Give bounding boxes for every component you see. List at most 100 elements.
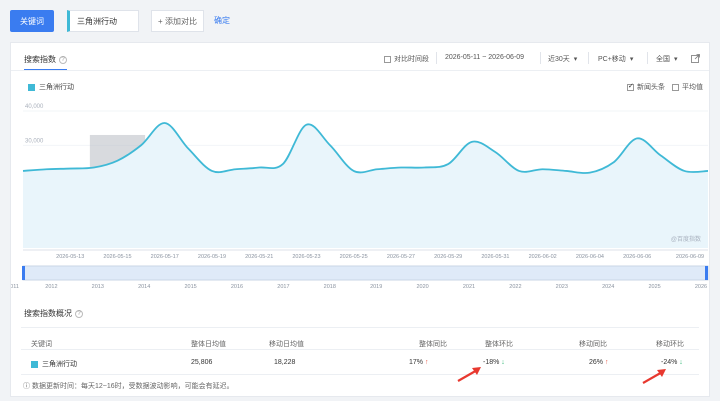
x-tick-label: 2026-05-19 [198, 254, 226, 260]
table-row-keyword: 三角洲行动 [31, 359, 77, 369]
search-index-card: 搜索指数? 对比时间段 2026-05-11 ~ 2026-06-09 近30天… [10, 42, 710, 397]
x-axis: 2026-05-13 2026-05-15 2026-05-17 2026-05-19… [23, 249, 708, 260]
search-index-chart[interactable]: 40,00030,00020,00010,000 2026-05-132026-… [11, 101, 711, 306]
arrow-up-icon: ↑ [604, 359, 609, 366]
chevron-down-icon: ▾ [674, 56, 678, 63]
overview-year-label: 2025 [648, 284, 660, 290]
news-toggle[interactable]: 新闻头条 [627, 82, 665, 92]
mobile-mom-value: -24% [661, 359, 678, 366]
overview-year-label: 2013 [92, 284, 104, 290]
period-select[interactable]: 近30天 ▾ [548, 54, 577, 64]
average-toggle[interactable]: 平均值 [672, 82, 703, 92]
info-icon[interactable]: ? [59, 55, 67, 64]
date-range-picker[interactable]: 2026-05-11 ~ 2026-06-09 [445, 54, 524, 61]
arrow-up-icon: ↑ [424, 359, 429, 366]
x-tick-label: 2026-06-06 [623, 254, 651, 260]
news-label: 新闻头条 [637, 84, 665, 91]
x-tick-label: 2026-05-13 [56, 254, 84, 260]
legend-label: 三角洲行动 [39, 84, 74, 91]
overview-year-label: 2014 [138, 284, 150, 290]
mobile-yoy-cell: 26% ↑ [589, 359, 608, 366]
col-header-mobile-mom: 移动环比 [656, 341, 684, 348]
y-tick-label: 30,000 [25, 138, 44, 144]
date-range-label: 2026-05-11 ~ 2026-06-09 [445, 54, 525, 61]
chevron-down-icon: ▾ [629, 56, 634, 63]
region-select-label: 全国 [656, 56, 670, 63]
x-tick-label: 2026-06-04 [576, 254, 604, 260]
overview-year-label: 2011 [11, 284, 19, 290]
overview-year-label: 2012 [45, 284, 57, 290]
keyword-swatch [31, 360, 38, 368]
y-tick-label: 40,000 [25, 104, 44, 110]
chevron-down-icon: ▾ [573, 56, 578, 63]
x-tick-label: 2026-05-27 [387, 254, 415, 260]
overall-yoy-cell: 17% ↑ [409, 359, 428, 366]
compare-period-toggle[interactable]: 对比时间段 [384, 54, 429, 64]
overall-yoy-value: 17% [409, 359, 424, 366]
checkbox-checked-icon[interactable] [627, 82, 634, 91]
x-tick-label: 2026-05-21 [245, 254, 273, 260]
update-note: ⓘ 数据更新时间：每天12~16时，受数据波动影响，可能会有延迟。 [23, 383, 234, 390]
col-header-overall-avg: 整体日均值 [191, 341, 226, 348]
red-arrow-icon [642, 370, 665, 384]
legend-swatch [28, 83, 35, 91]
platform-select[interactable]: PC+移动 ▾ [598, 54, 633, 64]
overview-year-label: 2023 [556, 284, 568, 290]
x-tick-label: 2026-05-15 [103, 254, 131, 260]
mobile-mom-cell: -24% ↓ [661, 359, 683, 366]
x-tick-label: 2026-05-17 [151, 254, 179, 260]
x-tick-label: 2026-06-02 [529, 254, 557, 260]
overview-track [22, 265, 709, 281]
x-tick-label: 2026-05-29 [434, 254, 462, 260]
info-icon[interactable]: ? [75, 309, 83, 318]
overview-year-label: 2015 [184, 284, 196, 290]
overview-year-label: 2020 [416, 284, 428, 290]
checkbox-icon[interactable] [672, 83, 679, 91]
col-header-mobile-yoy: 移动同比 [579, 341, 607, 348]
red-arrow-head-icon [657, 369, 666, 377]
arrow-down-icon: ↓ [679, 359, 683, 366]
col-header-keyword: 关键词 [31, 341, 52, 348]
table-row-divider [21, 374, 699, 375]
col-header-mobile-avg: 移动日均值 [269, 341, 304, 348]
overview-year-label: 2022 [509, 284, 521, 290]
region-select[interactable]: 全国 ▾ [656, 54, 678, 64]
overall-mom-value: -18% [483, 359, 500, 366]
x-tick-label: 2026-06-09 [676, 254, 704, 260]
overview-handle-left [22, 266, 25, 280]
search-index-tab[interactable]: 搜索指数? [24, 54, 67, 71]
col-header-overall-mom: 整体环比 [485, 341, 513, 348]
overview-handle-right [705, 266, 708, 280]
overview-year-label: 2021 [463, 284, 475, 290]
chart-legend[interactable]: 三角洲行动 [28, 82, 74, 92]
overview-year-label: 2024 [602, 284, 614, 290]
platform-select-label: PC+移动 [598, 56, 626, 63]
divider [647, 52, 648, 64]
overall-mom-cell: -18% ↓ [483, 359, 505, 366]
summary-title: 搜索指数概况? [24, 308, 83, 319]
arrow-down-icon: ↓ [501, 359, 505, 366]
divider [540, 52, 541, 64]
x-tick-label: 2026-05-23 [292, 254, 320, 260]
keyword-input[interactable]: 三角洲行动 [67, 10, 139, 32]
overview-year-label: 2017 [277, 284, 289, 290]
divider [436, 52, 437, 64]
header-divider [11, 70, 709, 71]
overview-year-label: 2026 [695, 284, 707, 290]
keyword-tab-button[interactable]: 关键词 [10, 10, 54, 32]
x-tick-label: 2026-05-31 [481, 254, 509, 260]
overview-slider: 2011 2012 2013 2014 2015 2016 2017 2018 2019 2020… [11, 265, 709, 290]
chart-watermark: @百度指数 [671, 235, 701, 243]
red-arrow-icon [457, 368, 480, 382]
compare-period-label: 对比时间段 [394, 56, 429, 63]
summary-divider [21, 327, 699, 328]
share-icon[interactable] [691, 54, 700, 63]
mobile-avg-cell: 18,228 [274, 359, 296, 366]
overview-year-label: 2019 [370, 284, 382, 290]
add-compare-button[interactable]: + 添加对比 [151, 10, 204, 32]
confirm-link[interactable]: 确定 [214, 15, 230, 26]
keyword-cell: 三角洲行动 [42, 361, 77, 368]
checkbox-icon[interactable] [384, 55, 391, 63]
mobile-yoy-value: 26% [589, 359, 604, 366]
period-select-label: 近30天 [548, 56, 570, 63]
